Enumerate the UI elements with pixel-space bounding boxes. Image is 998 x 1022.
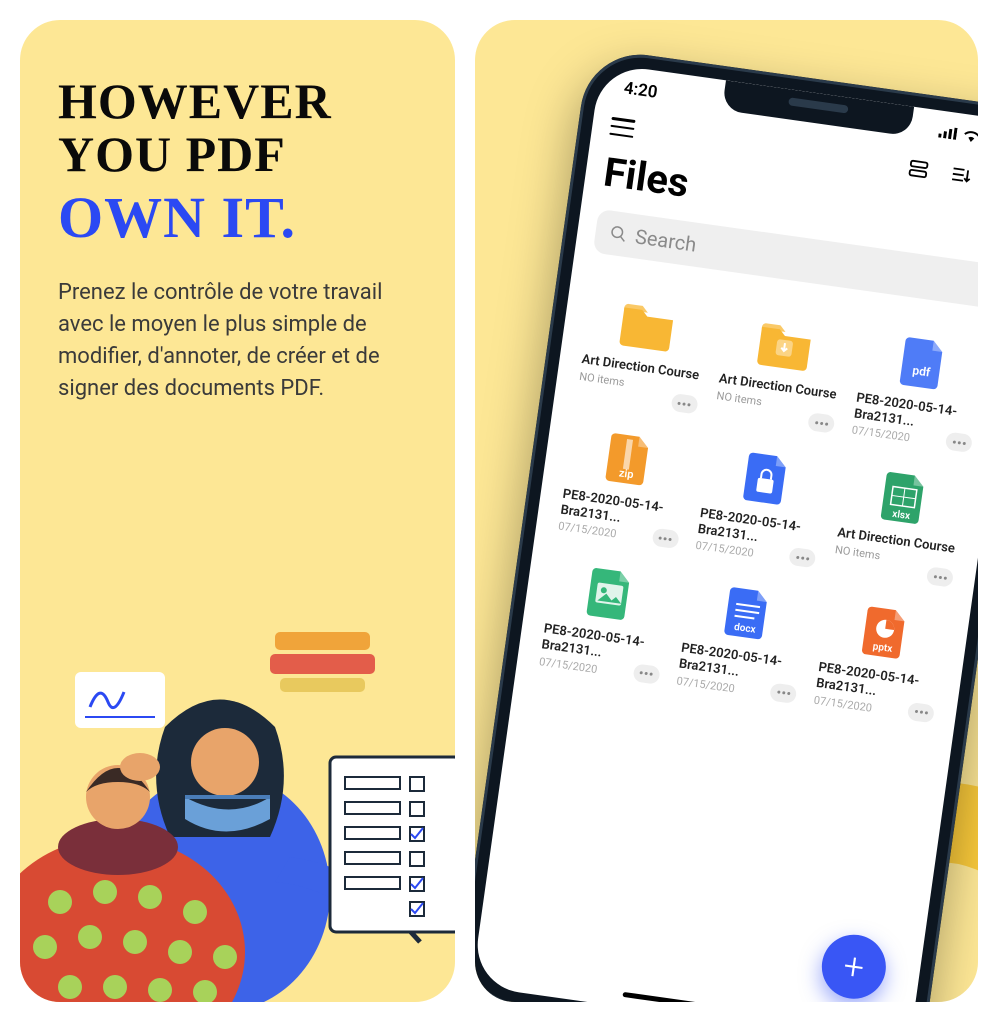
promo-panel-left: However You PDF Own It. Prenez le contrô… bbox=[20, 20, 455, 1002]
folder-download-icon bbox=[751, 312, 818, 374]
headline-line3: Own It. bbox=[58, 188, 417, 249]
search-placeholder: Search bbox=[633, 224, 697, 256]
hamburger-icon[interactable] bbox=[609, 117, 635, 138]
headline-line2: You PDF bbox=[58, 128, 417, 181]
svg-text:zip: zip bbox=[618, 467, 634, 482]
phone-mock: 4:20 bbox=[475, 47, 978, 1002]
more-icon[interactable] bbox=[807, 412, 835, 433]
xlsx-icon: xlsx bbox=[869, 466, 936, 528]
more-icon[interactable] bbox=[670, 393, 698, 414]
folder-icon bbox=[614, 293, 681, 355]
headline: However You PDF Own It. bbox=[58, 75, 417, 249]
file-grid: Art Direction Course NO items Art Direct… bbox=[533, 280, 978, 727]
body-copy: Prenez le contrôle de votre travail avec… bbox=[58, 277, 417, 405]
add-button[interactable]: + bbox=[817, 931, 889, 1002]
home-indicator bbox=[622, 992, 761, 1002]
file-card[interactable]: Art Direction Course NO items bbox=[571, 280, 715, 419]
file-card[interactable]: PE8-2020-05-14-Bra2131... 07/15/2020 bbox=[690, 434, 834, 573]
image-icon bbox=[576, 563, 643, 625]
file-card[interactable]: zip PE8-2020-05-14-Bra2131... 07/15/2020 bbox=[552, 415, 696, 554]
file-card[interactable]: Art Direction Course NO items bbox=[709, 299, 853, 438]
search-icon bbox=[608, 224, 628, 244]
svg-text:pdf: pdf bbox=[911, 363, 931, 379]
zip-icon: zip bbox=[595, 428, 662, 490]
sort-icon[interactable] bbox=[947, 162, 972, 187]
svg-text:xlsx: xlsx bbox=[891, 509, 910, 522]
status-time: 4:20 bbox=[622, 78, 658, 103]
file-card[interactable]: xlsx Art Direction Course NO items bbox=[827, 454, 971, 593]
signal-icon bbox=[937, 124, 957, 144]
file-card[interactable]: pdf PE8-2020-05-14-Bra2131... 07/15/2020 bbox=[846, 319, 978, 458]
file-card[interactable]: docx PE8-2020-05-14-Bra2131... 07/15/202… bbox=[671, 569, 815, 708]
plus-icon: + bbox=[840, 945, 866, 989]
docx-icon: docx bbox=[713, 582, 780, 644]
more-icon[interactable] bbox=[925, 567, 953, 588]
headline-line1: However bbox=[58, 75, 417, 128]
promo-panel-right: 4:20 bbox=[475, 20, 978, 1002]
pptx-icon: pptx bbox=[850, 601, 917, 663]
lock-icon bbox=[732, 447, 799, 509]
promo-illustration bbox=[20, 612, 455, 1002]
view-list-icon[interactable] bbox=[906, 157, 931, 182]
wifi-icon bbox=[961, 127, 978, 147]
phone-screen: 4:20 bbox=[475, 63, 978, 1002]
pdf-icon: pdf bbox=[888, 331, 955, 393]
file-card[interactable]: pptx PE8-2020-05-14-Bra2131... 07/15/202… bbox=[808, 588, 952, 727]
file-card[interactable]: PE8-2020-05-14-Bra2131... 07/15/2020 bbox=[533, 550, 677, 689]
